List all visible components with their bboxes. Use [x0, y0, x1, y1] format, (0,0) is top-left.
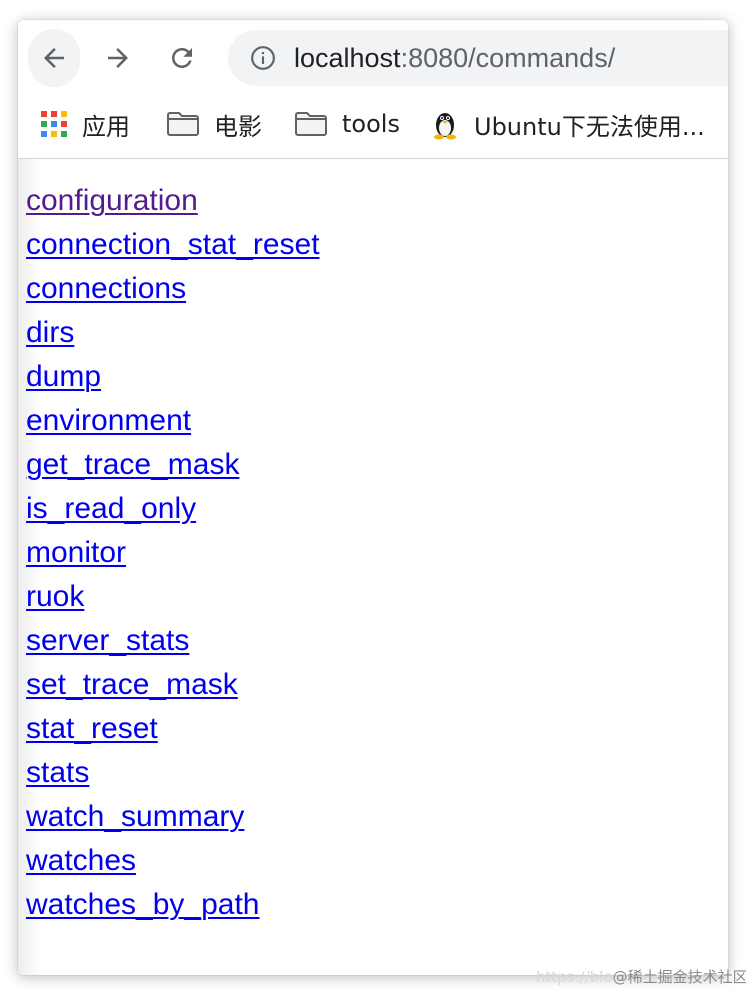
folder-icon: [166, 110, 200, 138]
list-item: server_stats: [26, 619, 320, 663]
bookmark-folder-movies[interactable]: 电影: [166, 106, 262, 142]
forward-button[interactable]: [92, 29, 144, 87]
bookmarks-bar: 应用 电影 tools Ubuntu下无法使用...: [18, 96, 728, 159]
url-path: :8080/commands/: [400, 43, 616, 73]
watermark-faint-text: https://blo: [536, 968, 613, 986]
link-ruok[interactable]: ruok: [26, 580, 84, 613]
bookmark-ubuntu[interactable]: Ubuntu下无法使用...: [430, 106, 705, 142]
link-connections[interactable]: connections: [26, 272, 186, 305]
link-watches-by-path[interactable]: watches_by_path: [26, 888, 260, 921]
browser-toolbar: localhost:8080/commands/: [18, 20, 728, 96]
bookmark-label: Ubuntu下无法使用...: [474, 112, 705, 141]
apps-grid-icon: [40, 110, 68, 138]
bookmark-apps[interactable]: 应用: [40, 106, 130, 142]
list-item: watches: [26, 839, 320, 883]
link-watches[interactable]: watches: [26, 844, 136, 877]
list-item: environment: [26, 399, 320, 443]
list-item: stats: [26, 751, 320, 795]
bookmark-label: 应用: [82, 112, 130, 141]
url-host: localhost: [294, 43, 401, 73]
address-bar[interactable]: localhost:8080/commands/: [228, 30, 728, 86]
folder-icon: [294, 110, 328, 138]
list-item: watches_by_path: [26, 883, 320, 927]
list-item: get_trace_mask: [26, 443, 320, 487]
reload-icon: [172, 48, 192, 68]
list-item: monitor: [26, 531, 320, 575]
list-item: watch_summary: [26, 795, 320, 839]
link-is-read-only[interactable]: is_read_only: [26, 492, 196, 525]
info-icon[interactable]: [250, 45, 276, 71]
browser-window: localhost:8080/commands/ 应用 电影 tools Ubu…: [18, 20, 728, 975]
link-monitor[interactable]: monitor: [26, 536, 126, 569]
link-stats[interactable]: stats: [26, 756, 89, 789]
watermark: https://blo@稀土掘金技术社区: [536, 966, 746, 987]
bookmark-label: tools: [342, 110, 400, 138]
link-get-trace-mask[interactable]: get_trace_mask: [26, 448, 239, 481]
arrow-right-icon: [108, 48, 128, 68]
link-dump[interactable]: dump: [26, 360, 101, 393]
list-item: set_trace_mask: [26, 663, 320, 707]
list-item: connections: [26, 267, 320, 311]
link-set-trace-mask[interactable]: set_trace_mask: [26, 668, 238, 701]
list-item: connection_stat_reset: [26, 223, 320, 267]
url-text: localhost:8080/commands/: [294, 43, 615, 73]
bookmark-label: 电影: [214, 112, 262, 141]
list-item: ruok: [26, 575, 320, 619]
reload-button[interactable]: [156, 29, 208, 87]
list-item: dump: [26, 355, 320, 399]
list-item: dirs: [26, 311, 320, 355]
link-watch-summary[interactable]: watch_summary: [26, 800, 244, 833]
link-connection-stat-reset[interactable]: connection_stat_reset: [26, 228, 320, 261]
commands-link-list: configuration connection_stat_reset conn…: [26, 179, 320, 927]
list-item: configuration: [26, 179, 320, 223]
watermark-text: @稀土掘金技术社区: [612, 968, 746, 986]
link-environment[interactable]: environment: [26, 404, 191, 437]
list-item: stat_reset: [26, 707, 320, 751]
linux-penguin-icon: [430, 108, 460, 140]
list-item: is_read_only: [26, 487, 320, 531]
bookmark-folder-tools[interactable]: tools: [294, 106, 400, 142]
link-dirs[interactable]: dirs: [26, 316, 74, 349]
back-button[interactable]: [28, 29, 80, 87]
link-server-stats[interactable]: server_stats: [26, 624, 189, 657]
link-configuration[interactable]: configuration: [26, 184, 198, 217]
arrow-left-icon: [44, 48, 64, 68]
page-content: configuration connection_stat_reset conn…: [18, 159, 728, 975]
link-stat-reset[interactable]: stat_reset: [26, 712, 158, 745]
